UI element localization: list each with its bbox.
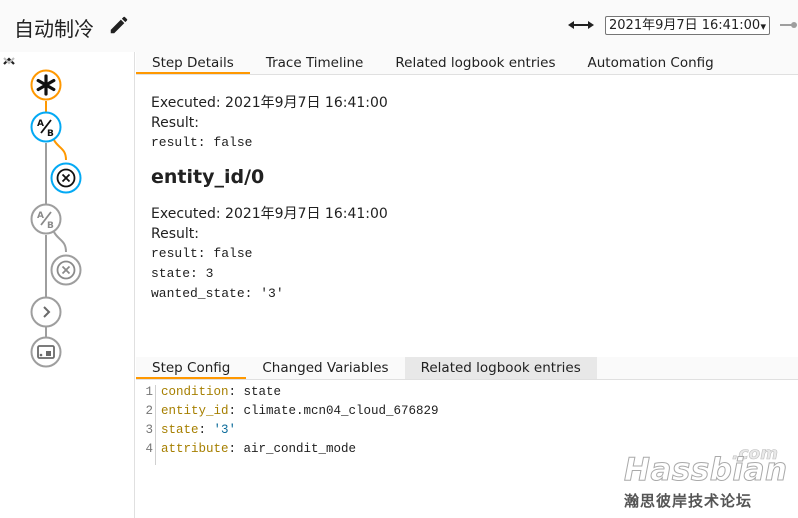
watermark: .com Hassbian 瀚思彼岸技术论坛 <box>620 444 795 514</box>
line-number: 4 <box>145 442 153 456</box>
tab-related-logbook[interactable]: Related logbook entries <box>379 52 571 74</box>
tab-related-logbook[interactable]: Related logbook entries <box>404 357 597 379</box>
tab-changed-variables[interactable]: Changed Variables <box>246 357 404 379</box>
yaml-key: entity_id <box>161 404 229 418</box>
svg-text:A: A <box>37 119 44 129</box>
code-line: 1 condition: state <box>136 385 281 404</box>
step-details: Executed: 2021年9月7日 16:41:00 Result: res… <box>151 93 771 304</box>
tab-step-config[interactable]: Step Config <box>136 357 247 379</box>
double-arrow-icon[interactable] <box>568 17 594 33</box>
close-icon[interactable] <box>50 254 82 286</box>
page-header: 自动制冷 2021年9月7日 16:41:00 ▾ <box>0 0 798 52</box>
yaml-value: state <box>243 385 282 399</box>
result-line: state: 3 <box>151 266 214 281</box>
trace-select[interactable]: 2021年9月7日 16:41:00 ▾ <box>605 16 770 35</box>
line-number: 2 <box>145 404 153 418</box>
line-number: 3 <box>145 423 153 437</box>
result-label: Result: <box>151 226 199 242</box>
trace-select-value: 2021年9月7日 16:41:00 <box>609 18 761 33</box>
trace-tabs: Step Details Trace Timeline Related logb… <box>136 52 798 75</box>
step-heading: entity_id/0 <box>151 166 265 188</box>
page-title: 自动制冷 <box>14 17 94 41</box>
yaml-separator: : <box>228 385 244 399</box>
yaml-value: climate.mcn04_cloud_676829 <box>243 404 439 418</box>
code-line: 3 state: '3' <box>136 423 236 442</box>
svg-text:A: A <box>37 211 44 221</box>
result-line: result: false <box>151 135 253 150</box>
code-line: 4 attribute: air_condit_mode <box>136 442 356 461</box>
yaml-key: state <box>161 423 199 437</box>
choose-icon[interactable]: A B <box>30 111 62 143</box>
yaml-separator: : <box>228 404 244 418</box>
asterisk-icon[interactable] <box>30 69 62 101</box>
pencil-icon[interactable] <box>108 14 130 36</box>
tab-trace-timeline[interactable]: Trace Timeline <box>250 52 380 74</box>
tab-automation-config[interactable]: Automation Config <box>572 52 730 74</box>
next-trace-icon[interactable] <box>780 18 798 32</box>
executed-time: Executed: 2021年9月7日 16:41:00 <box>151 206 388 222</box>
yaml-value: air_condit_mode <box>243 442 357 456</box>
result-label: Result: <box>151 115 199 131</box>
svg-text:B: B <box>47 221 54 231</box>
yaml-value: '3' <box>213 423 237 437</box>
yaml-key: attribute <box>161 442 229 456</box>
chevron-right-icon[interactable] <box>30 296 62 328</box>
code-line: 2 entity_id: climate.mcn04_cloud_676829 <box>136 404 439 423</box>
result-line: wanted_state: '3' <box>151 286 284 301</box>
yaml-separator: : <box>228 442 244 456</box>
result-line: result: false <box>151 246 253 261</box>
executed-time: Executed: 2021年9月7日 16:41:00 <box>151 95 388 111</box>
choose-icon[interactable]: A B <box>30 203 62 235</box>
close-icon[interactable] <box>50 162 82 194</box>
watermark-logo: Hassbian <box>624 452 788 489</box>
chevron-down-icon: ▾ <box>760 20 766 33</box>
svg-text:B: B <box>47 129 54 139</box>
step-config-tabs: Step Config Changed Variables Related lo… <box>136 357 798 380</box>
yaml-key: condition <box>161 385 229 399</box>
trace-graph: A B A B <box>0 52 135 518</box>
line-number: 1 <box>145 385 153 399</box>
tab-step-details[interactable]: Step Details <box>136 52 250 74</box>
watermark-subtitle: 瀚思彼岸技术论坛 <box>624 492 753 510</box>
device-icon[interactable] <box>30 336 62 368</box>
chevron-down-icon[interactable] <box>0 52 18 70</box>
yaml-separator: : <box>198 423 214 437</box>
